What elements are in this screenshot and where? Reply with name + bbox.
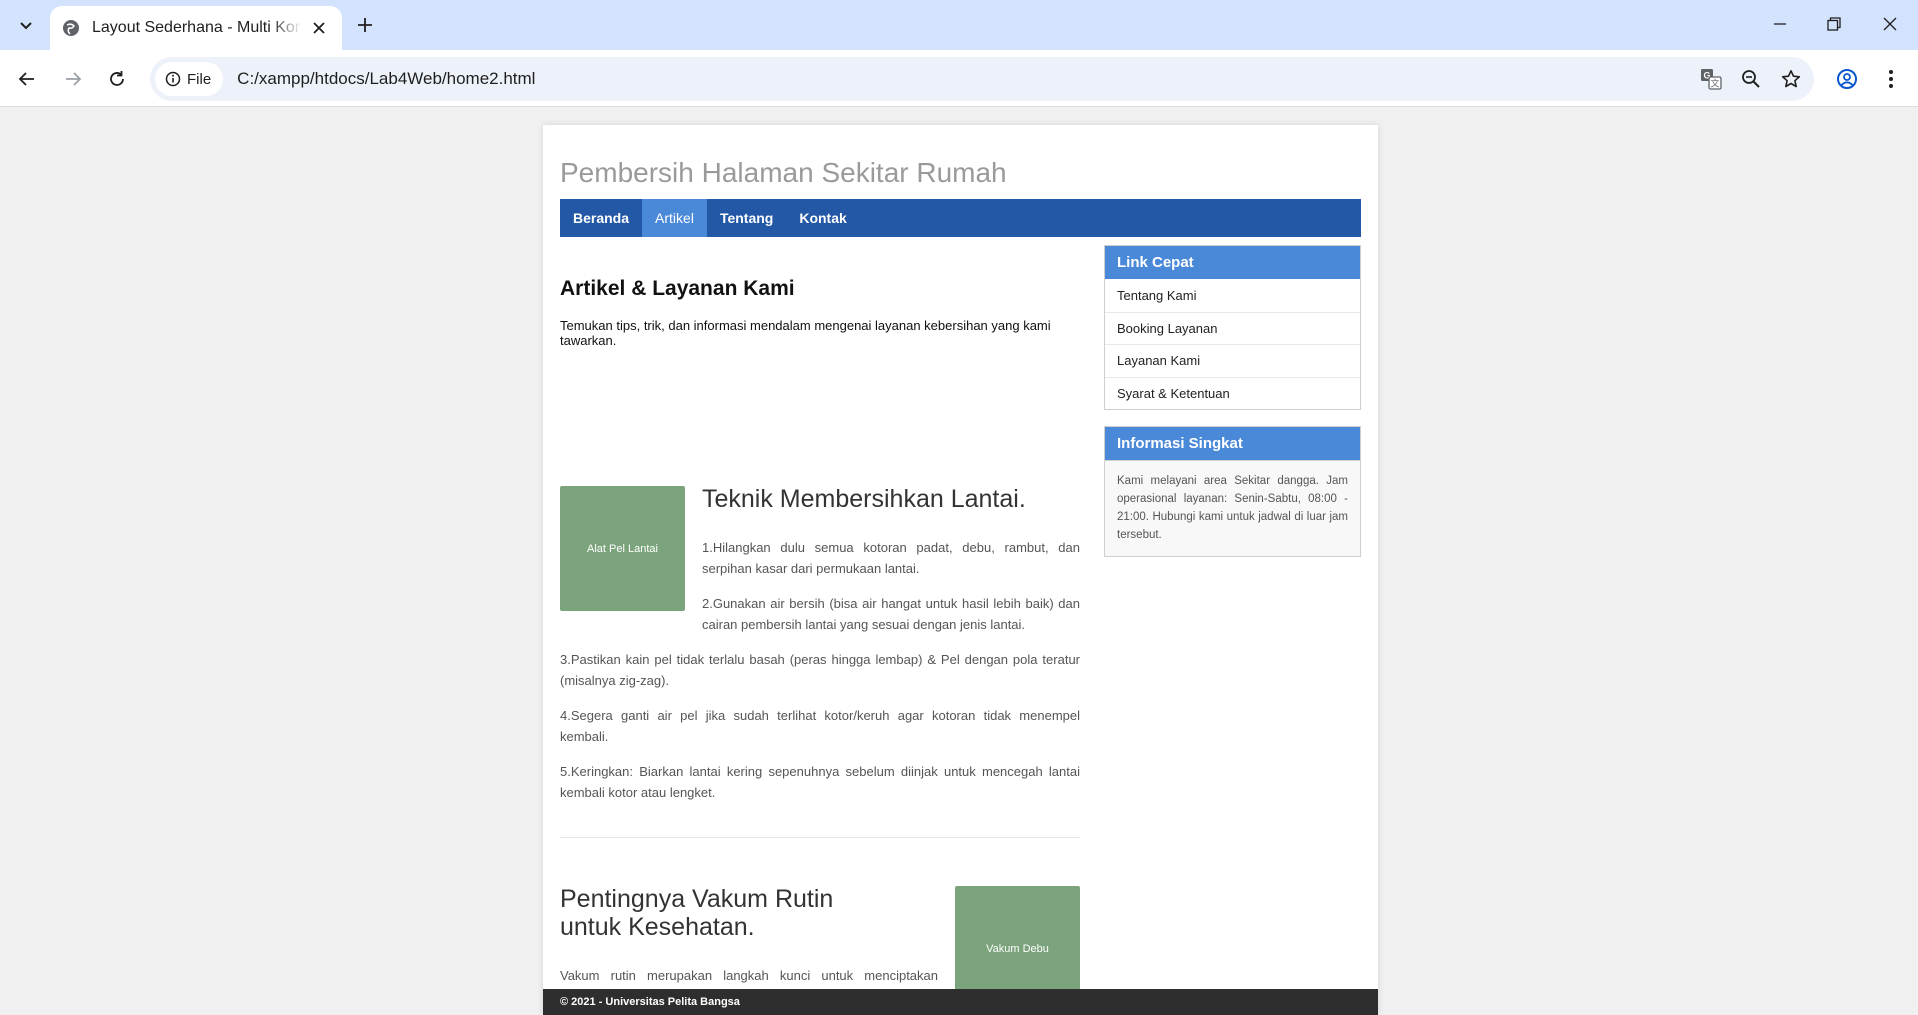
footer-text: © 2021 - Universitas Pelita Bangsa bbox=[560, 996, 740, 1008]
address-bar[interactable]: File C:/xampp/htdocs/Lab4Web/home2.html … bbox=[150, 57, 1814, 101]
article-step: 4.Segera ganti air pel jika sudah terlih… bbox=[560, 708, 1080, 744]
article-heading: Pentingnya Vakum Rutin untuk Kesehatan. bbox=[560, 885, 834, 941]
profile-icon[interactable] bbox=[1830, 62, 1864, 96]
quick-link-syarat[interactable]: Syarat & Ketentuan bbox=[1105, 376, 1360, 410]
browser-tab-bar: Layout Sederhana - Multi Konten bbox=[0, 0, 1918, 50]
svg-text:文: 文 bbox=[1710, 78, 1719, 89]
quick-link-layanan[interactable]: Layanan Kami bbox=[1105, 344, 1360, 377]
article-divider bbox=[560, 837, 1080, 838]
new-tab-plus-icon[interactable] bbox=[350, 10, 380, 40]
quick-links-widget: Link Cepat Tentang Kami Booking Layanan … bbox=[1104, 245, 1361, 410]
article-step: 1.Hilangkan dulu semua kotoran padat, de… bbox=[702, 540, 1080, 576]
main-navbar: Beranda Artikel Tentang Kontak bbox=[560, 199, 1361, 237]
nav-item-kontak[interactable]: Kontak bbox=[786, 199, 859, 237]
article-step: 3.Pastikan kain pel tidak terlalu basah … bbox=[560, 652, 1080, 688]
back-arrow-icon[interactable] bbox=[10, 62, 44, 96]
section-title: Artikel & Layanan Kami bbox=[560, 277, 795, 300]
tab-title: Layout Sederhana - Multi Konten bbox=[92, 19, 302, 36]
article-image-mop: Alat Pel Lantai bbox=[560, 486, 685, 611]
page-container: Pembersih Halaman Sekitar Rumah Beranda … bbox=[543, 125, 1378, 1015]
more-menu-icon[interactable] bbox=[1874, 62, 1908, 96]
close-window-icon[interactable] bbox=[1862, 0, 1918, 48]
widget-title: Link Cepat bbox=[1105, 246, 1360, 279]
forward-arrow-icon[interactable] bbox=[56, 62, 90, 96]
nav-item-tentang[interactable]: Tentang bbox=[707, 199, 786, 237]
nav-item-artikel[interactable]: Artikel bbox=[642, 199, 707, 237]
reload-icon[interactable] bbox=[100, 62, 134, 96]
chevron-down-icon bbox=[20, 22, 32, 30]
zoom-icon[interactable] bbox=[1734, 62, 1768, 96]
info-text: Kami melayani area Sekitar dangga. Jam o… bbox=[1105, 460, 1360, 556]
info-icon bbox=[165, 71, 181, 87]
nav-item-beranda[interactable]: Beranda bbox=[560, 199, 642, 237]
tab-close-icon[interactable] bbox=[308, 17, 330, 39]
page-footer: © 2021 - Universitas Pelita Bangsa bbox=[543, 989, 1378, 1015]
article-heading: Teknik Membersihkan Lantai. bbox=[702, 485, 1026, 513]
image-label: Vakum Debu bbox=[986, 942, 1049, 955]
file-chip-label: File bbox=[187, 70, 212, 88]
quick-link-tentang-kami[interactable]: Tentang Kami bbox=[1105, 279, 1360, 312]
browser-tab-active[interactable]: Layout Sederhana - Multi Konten bbox=[50, 6, 342, 50]
browser-toolbar: File C:/xampp/htdocs/Lab4Web/home2.html … bbox=[0, 50, 1918, 107]
info-widget: Informasi Singkat Kami melayani area Sek… bbox=[1104, 426, 1361, 557]
translate-icon[interactable]: G文 bbox=[1694, 62, 1728, 96]
article-step: 2.Gunakan air bersih (bisa air hangat un… bbox=[702, 596, 1080, 632]
article-step: 5.Keringkan: Biarkan lantai kering sepen… bbox=[560, 764, 1080, 800]
restore-icon[interactable] bbox=[1806, 0, 1862, 48]
site-title: Pembersih Halaman Sekitar Rumah bbox=[560, 157, 1007, 188]
globe-icon bbox=[63, 20, 79, 36]
site-info-chip[interactable]: File bbox=[155, 62, 224, 96]
widget-title: Informasi Singkat bbox=[1105, 427, 1360, 460]
quick-link-booking[interactable]: Booking Layanan bbox=[1105, 311, 1360, 345]
intro-text: Temukan tips, trik, dan informasi mendal… bbox=[560, 318, 1051, 348]
url-text[interactable]: C:/xampp/htdocs/Lab4Web/home2.html bbox=[237, 69, 535, 89]
minimize-icon[interactable] bbox=[1752, 0, 1808, 48]
image-label: Alat Pel Lantai bbox=[587, 542, 658, 555]
tab-search-button[interactable] bbox=[10, 10, 42, 40]
bookmark-star-icon[interactable] bbox=[1774, 62, 1808, 96]
